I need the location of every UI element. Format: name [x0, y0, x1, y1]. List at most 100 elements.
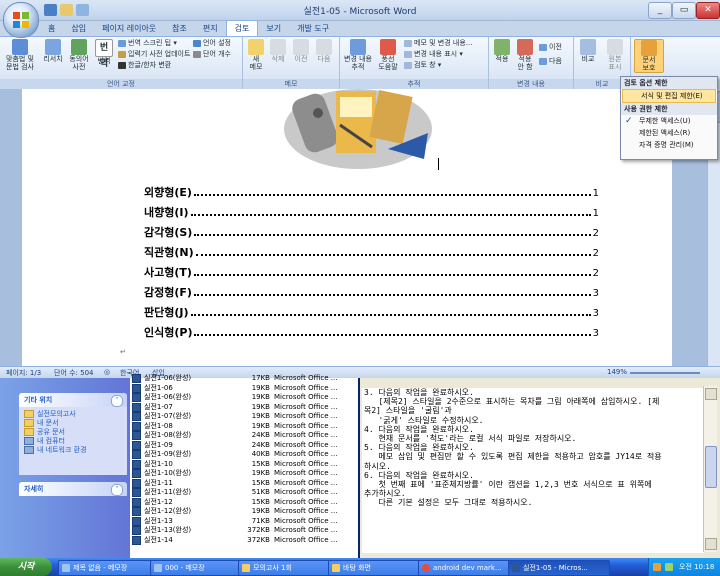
restrict-formatting-editing-item[interactable]: 서식 및 편집 제한(E): [622, 89, 716, 103]
tab-references[interactable]: 참조: [164, 21, 195, 36]
tray-icon[interactable]: [653, 563, 661, 571]
prev-comment-button[interactable]: 이전: [290, 39, 312, 63]
tab-insert[interactable]: 삽입: [63, 21, 94, 36]
close-button[interactable]: ✕: [696, 2, 720, 19]
manage-credentials-item[interactable]: 자격 증명 관리(M): [621, 139, 717, 151]
tray-icon[interactable]: [665, 563, 673, 571]
file-row[interactable]: 실전1-06 19KB Microsoft Office ...: [132, 383, 358, 394]
file-row[interactable]: 실전1-13(완성) 372KB Microsoft Office ...: [132, 526, 358, 536]
accept-button[interactable]: 적용: [491, 39, 513, 63]
taskbar-item[interactable]: 바탕 화면: [328, 560, 430, 576]
tab-mailings[interactable]: 편지: [195, 21, 226, 36]
ribbon: 맞춤법 및 문법 검사 리서치 동의어 사전 번역 번역 번역 스크린 팁 ▾ …: [0, 36, 720, 90]
place-link[interactable]: 내 문서: [19, 419, 127, 428]
next-comment-button[interactable]: 다음: [313, 39, 335, 63]
word-count-status[interactable]: 단어 수: 504: [54, 368, 94, 378]
file-row[interactable]: 실전1-12(완성) 19KB Microsoft Office ...: [132, 507, 358, 517]
file-row[interactable]: 실전1-08(완성) 24KB Microsoft Office ...: [132, 431, 358, 441]
word-count-button[interactable]: 단어 개수: [193, 50, 231, 59]
place-link[interactable]: 공유 문서: [19, 428, 127, 437]
place-link[interactable]: 내 네트워크 환경: [19, 446, 127, 455]
place-link[interactable]: 내 컴퓨터: [19, 437, 127, 446]
file-row[interactable]: 실전1-06(완성) 19KB Microsoft Office ...: [132, 393, 358, 403]
spelling-button[interactable]: 맞춤법 및 문법 검사: [4, 39, 36, 71]
file-row[interactable]: 실전1-11 15KB Microsoft Office ...: [132, 478, 358, 489]
clock[interactable]: 오전 10:18: [679, 558, 714, 576]
notepad-text-area[interactable]: 3. 다음의 작업을 완료하시오. [제목2] 스타일을 2수준으로 표시하는 …: [362, 388, 704, 553]
file-row[interactable]: 실전1-11(완성) 51KB Microsoft Office ...: [132, 488, 358, 498]
update-ime-label: 입력기 사전 업데이트: [128, 50, 191, 58]
file-type: Microsoft Office ...: [274, 402, 338, 411]
restricted-access-item[interactable]: 제한된 액세스(R): [621, 127, 717, 139]
toc-entry[interactable]: 감정형(F) 3: [144, 284, 599, 300]
taskbar-item[interactable]: 000 - 메모장: [150, 560, 250, 576]
other-places-header[interactable]: 기타 위치 ˄: [19, 393, 127, 407]
scroll-up-icon[interactable]: [705, 388, 717, 400]
toc-entry[interactable]: 내향형(I) 1: [144, 204, 599, 220]
taskbar-item[interactable]: 제목 없음 - 메모장: [58, 560, 162, 576]
delete-comment-button[interactable]: 삭제: [267, 39, 289, 63]
file-row[interactable]: 실전1-14 372KB Microsoft Office ...: [132, 535, 358, 546]
tab-home[interactable]: 홈: [40, 21, 63, 36]
file-row[interactable]: 실전1-09 24KB Microsoft Office ...: [132, 440, 358, 451]
toc-entry[interactable]: 인식형(P) 3: [144, 324, 599, 340]
notepad-scrollbar[interactable]: [703, 386, 717, 552]
set-language-button[interactable]: 언어 설정: [193, 39, 231, 48]
protect-document-button[interactable]: 문서 보호: [634, 39, 664, 73]
taskbar-item[interactable]: 모의고사 1회: [238, 560, 340, 576]
proofing-status-icon[interactable]: ◎: [104, 368, 110, 376]
toc-entry[interactable]: 직관형(N) 2: [144, 244, 599, 260]
scroll-thumb[interactable]: [705, 446, 717, 488]
hanja-button[interactable]: 한글/한자 변환: [118, 61, 171, 70]
toc-entry[interactable]: 판단형(J) 3: [144, 304, 599, 320]
reviewing-pane-button[interactable]: 검토 창 ▾: [404, 61, 441, 70]
tab-developer[interactable]: 개발 도구: [289, 21, 337, 36]
tab-review[interactable]: 검토: [225, 20, 259, 36]
next-change-button[interactable]: 다음: [539, 57, 562, 66]
toc-entry[interactable]: 외향형(E) 1: [144, 184, 599, 200]
new-comment-button[interactable]: 새 메모: [245, 39, 267, 71]
zoom-level[interactable]: 149%: [607, 368, 627, 376]
compare-button[interactable]: 비교: [576, 39, 600, 63]
research-button[interactable]: 리서치: [40, 39, 66, 63]
file-row[interactable]: 실전1-06(완성) 17KB Microsoft Office ...: [132, 374, 358, 384]
tab-view[interactable]: 보기: [258, 21, 289, 36]
toc-entry[interactable]: 감각형(S) 2: [144, 224, 599, 240]
translate-button[interactable]: 번역 번역: [92, 39, 116, 69]
show-markup-button[interactable]: 변경 내용 표시 ▾: [404, 50, 463, 59]
file-row[interactable]: 실전1-08 19KB Microsoft Office ...: [132, 421, 358, 432]
file-row[interactable]: 실전1-09(완성) 40KB Microsoft Office ...: [132, 450, 358, 460]
file-row[interactable]: 실전1-07 19KB Microsoft Office ...: [132, 402, 358, 413]
track-changes-button[interactable]: 변경 내용 추적: [342, 39, 374, 71]
taskbar-item[interactable]: 실전1-05 - Micros...: [508, 560, 610, 576]
file-name: 실전1-08: [144, 421, 173, 430]
zoom-slider[interactable]: [630, 372, 700, 374]
reject-button[interactable]: 적용 안 함: [514, 39, 536, 71]
thesaurus-button[interactable]: 동의어 사전: [66, 39, 92, 71]
update-ime-button[interactable]: 입력기 사전 업데이트: [118, 50, 190, 59]
prev-change-button[interactable]: 이전: [539, 43, 562, 52]
file-row[interactable]: 실전1-10 15KB Microsoft Office ...: [132, 459, 358, 470]
place-link[interactable]: 실전모의고사: [19, 410, 127, 419]
expand-icon[interactable]: ˅: [111, 484, 123, 496]
file-row[interactable]: 실전1-13 71KB Microsoft Office ...: [132, 516, 358, 527]
minimize-button[interactable]: _: [648, 2, 672, 19]
file-row[interactable]: 실전1-07(완성) 19KB Microsoft Office ...: [132, 412, 358, 422]
show-source-button[interactable]: 원본 표시: [602, 39, 628, 71]
unrestricted-access-item[interactable]: ✓ 무제한 액세스(U): [621, 115, 717, 127]
office-button[interactable]: [3, 2, 39, 38]
display-for-review-dropdown[interactable]: 메모 및 변경 내용...: [404, 39, 472, 48]
scroll-down-icon[interactable]: [705, 538, 717, 550]
tab-page-layout[interactable]: 페이지 레이아웃: [94, 21, 164, 36]
start-button[interactable]: 시작: [0, 558, 52, 576]
maximize-button[interactable]: ▭: [672, 2, 696, 19]
toc-entry[interactable]: 사고형(T) 2: [144, 264, 599, 280]
file-row[interactable]: 실전1-12 15KB Microsoft Office ...: [132, 497, 358, 508]
translate-tip-button[interactable]: 번역 스크린 팁 ▾: [118, 39, 177, 48]
balloons-button[interactable]: 풍선 도움말: [374, 39, 402, 71]
file-row[interactable]: 실전1-10(완성) 19KB Microsoft Office ...: [132, 469, 358, 479]
page-indicator[interactable]: 페이지: 1/3: [6, 368, 41, 378]
collapse-icon[interactable]: ˄: [111, 395, 123, 407]
taskbar-item[interactable]: android dev mark...: [418, 560, 520, 576]
details-header[interactable]: 자세히 ˅: [19, 482, 127, 496]
